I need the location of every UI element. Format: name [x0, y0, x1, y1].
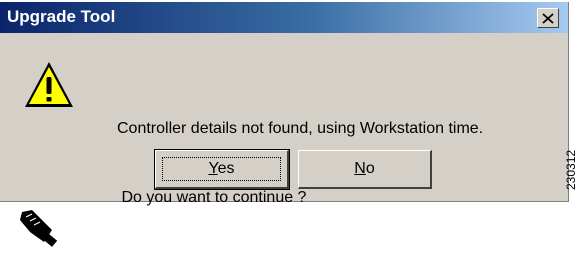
dialog-title: Upgrade Tool: [7, 7, 116, 26]
title-bar[interactable]: Upgrade Tool: [0, 2, 568, 33]
yes-label-rest: es: [217, 160, 235, 177]
no-label-rest: o: [365, 160, 375, 177]
cable-connector-icon: [20, 210, 58, 247]
message-line-1: Controller details not found, using Work…: [117, 120, 484, 137]
yes-button-label: Yes: [208, 160, 234, 178]
close-button[interactable]: [537, 8, 559, 28]
figure-id-label: 230312: [564, 149, 578, 190]
close-x-icon: [542, 12, 554, 24]
upgrade-tool-dialog: Upgrade Tool Controller details not foun…: [0, 2, 569, 206]
message-line-2: Do you want to continue ?: [117, 189, 307, 206]
no-button-label: No: [354, 160, 374, 178]
warning-triangle-icon: [25, 62, 73, 107]
yes-mnemonic: Y: [208, 160, 218, 177]
no-button[interactable]: No: [298, 150, 432, 189]
no-mnemonic: N: [354, 160, 366, 177]
yes-button[interactable]: Yes: [154, 149, 290, 190]
